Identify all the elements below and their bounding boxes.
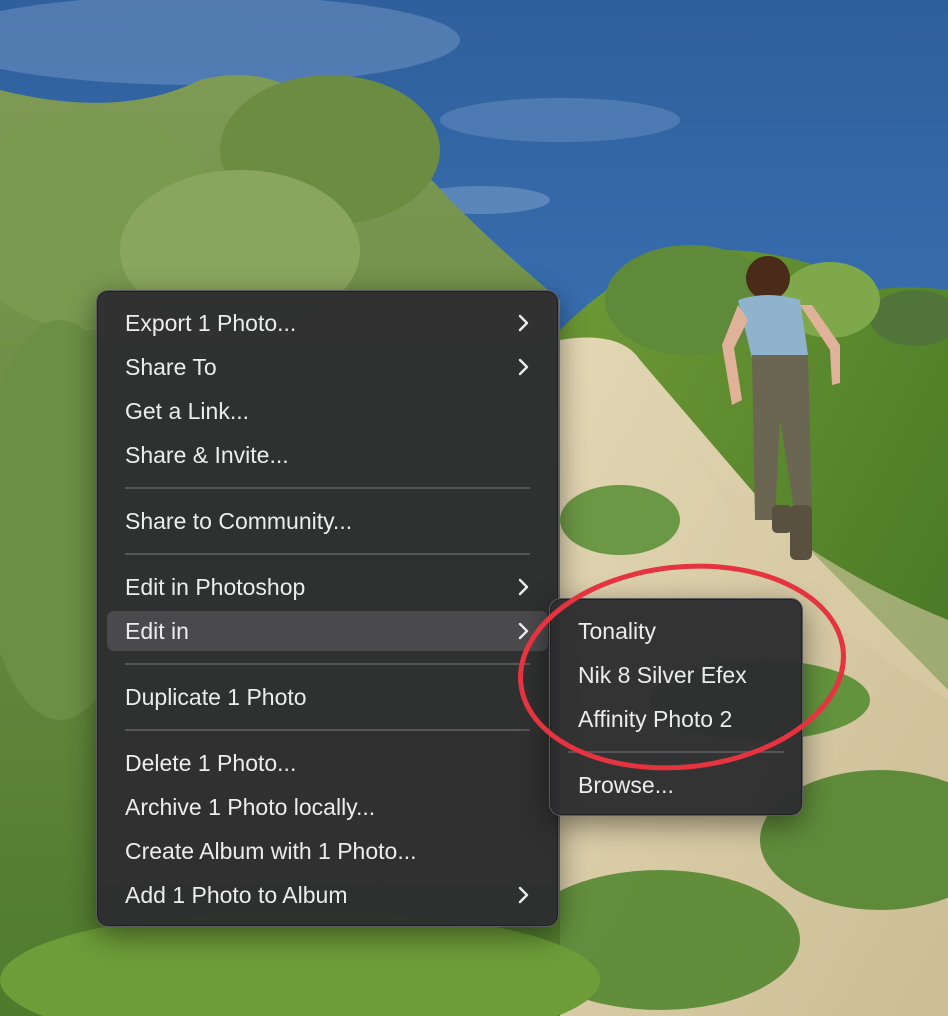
menu-item-share-to-community[interactable]: Share to Community... bbox=[107, 501, 548, 541]
chevron-right-icon bbox=[518, 622, 529, 640]
submenu-item-tonality[interactable]: Tonality bbox=[560, 611, 792, 651]
submenu-item-label: Affinity Photo 2 bbox=[578, 706, 733, 732]
chevron-right-icon bbox=[518, 314, 529, 332]
menu-item-label: Export 1 Photo... bbox=[125, 310, 297, 336]
submenu-item-label: Nik 8 Silver Efex bbox=[578, 662, 747, 688]
submenu-item-affinity-photo-2[interactable]: Affinity Photo 2 bbox=[560, 699, 792, 739]
submenu-item-browse[interactable]: Browse... bbox=[560, 765, 792, 805]
menu-item-duplicate-1-photo[interactable]: Duplicate 1 Photo bbox=[107, 677, 548, 717]
menu-separator bbox=[568, 751, 784, 753]
menu-item-add-to-album[interactable]: Add 1 Photo to Album bbox=[107, 875, 548, 915]
menu-item-archive-locally[interactable]: Archive 1 Photo locally... bbox=[107, 787, 548, 827]
submenu-item-label: Browse... bbox=[578, 772, 674, 798]
menu-item-get-a-link[interactable]: Get a Link... bbox=[107, 391, 548, 431]
context-menu: Export 1 Photo... Share To Get a Link...… bbox=[96, 290, 559, 927]
menu-item-create-album[interactable]: Create Album with 1 Photo... bbox=[107, 831, 548, 871]
menu-item-delete-1-photo[interactable]: Delete 1 Photo... bbox=[107, 743, 548, 783]
menu-item-label: Edit in bbox=[125, 618, 189, 644]
menu-item-label: Archive 1 Photo locally... bbox=[125, 794, 376, 820]
menu-item-label: Share to Community... bbox=[125, 508, 353, 534]
menu-separator bbox=[125, 663, 530, 665]
menu-item-label: Share To bbox=[125, 354, 217, 380]
menu-item-label: Get a Link... bbox=[125, 398, 250, 424]
menu-item-label: Duplicate 1 Photo bbox=[125, 684, 307, 710]
submenu-item-label: Tonality bbox=[578, 618, 656, 644]
submenu-item-nik-8-silver-efex[interactable]: Nik 8 Silver Efex bbox=[560, 655, 792, 695]
chevron-right-icon bbox=[518, 358, 529, 376]
chevron-right-icon bbox=[518, 578, 529, 596]
menu-item-share-invite[interactable]: Share & Invite... bbox=[107, 435, 548, 475]
menu-item-edit-in[interactable]: Edit in bbox=[107, 611, 548, 651]
menu-item-label: Create Album with 1 Photo... bbox=[125, 838, 417, 864]
menu-item-edit-in-photoshop[interactable]: Edit in Photoshop bbox=[107, 567, 548, 607]
menu-separator bbox=[125, 553, 530, 555]
menu-item-label: Delete 1 Photo... bbox=[125, 750, 297, 776]
edit-in-submenu: Tonality Nik 8 Silver Efex Affinity Phot… bbox=[549, 598, 803, 816]
menu-item-label: Add 1 Photo to Album bbox=[125, 882, 348, 908]
menu-separator bbox=[125, 729, 530, 731]
menu-item-label: Edit in Photoshop bbox=[125, 574, 306, 600]
menu-separator bbox=[125, 487, 530, 489]
chevron-right-icon bbox=[518, 886, 529, 904]
menu-item-share-to[interactable]: Share To bbox=[107, 347, 548, 387]
menu-item-label: Share & Invite... bbox=[125, 442, 289, 468]
menu-item-export-1-photo[interactable]: Export 1 Photo... bbox=[107, 303, 548, 343]
